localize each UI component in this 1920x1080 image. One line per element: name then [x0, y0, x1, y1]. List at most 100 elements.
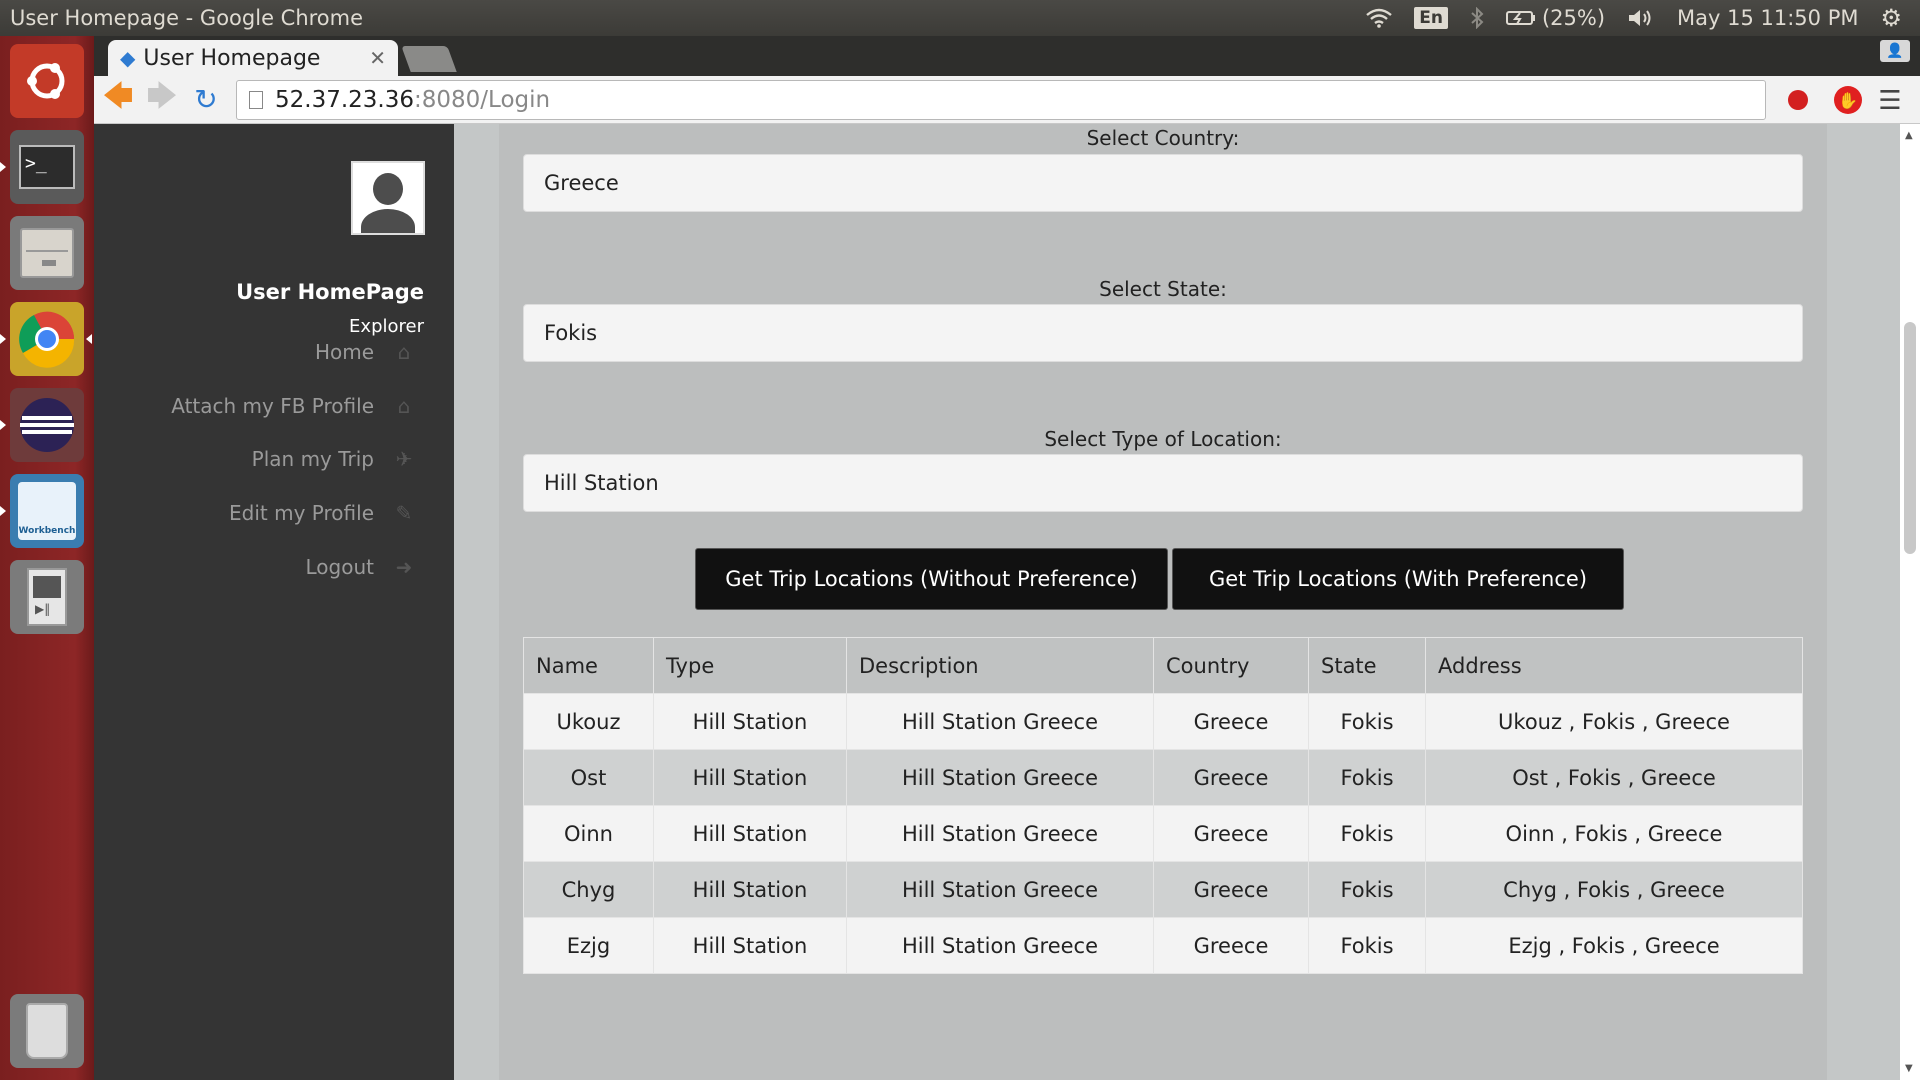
workbench-label: Workbench: [18, 482, 76, 540]
launcher: >_ Workbench ▶‖: [0, 36, 94, 1080]
cell-name: Ezjg: [523, 917, 654, 974]
scroll-down-arrow-icon[interactable]: ▼: [1905, 1063, 1913, 1074]
edit-icon: ✎: [395, 501, 413, 525]
page-icon: [249, 91, 263, 109]
reload-icon[interactable]: ↻: [186, 80, 226, 120]
tab-title: User Homepage: [143, 45, 321, 71]
window-title: User Homepage - Google Chrome: [10, 6, 364, 30]
column-header-address: Address: [1425, 637, 1803, 694]
table-header-row: Name Type Description Country State Addr…: [523, 637, 1803, 694]
volume-icon[interactable]: [1627, 7, 1655, 29]
battery-percent: (25%): [1541, 6, 1606, 30]
page-scrollbar[interactable]: ▲ ▼: [1900, 124, 1920, 1080]
keyboard-language-indicator[interactable]: En: [1414, 7, 1448, 29]
favicon-icon: ◆: [120, 46, 136, 70]
cell-name: Ukouz: [523, 693, 654, 750]
nav-logout[interactable]: Logout ➜: [116, 549, 416, 585]
main-content: Select Country: Greece Select State: Fok…: [499, 124, 1827, 1080]
cell-type: Hill Station: [653, 917, 847, 974]
nav-home[interactable]: Home ⌂: [116, 334, 416, 370]
terminal-running-pip: [0, 162, 6, 172]
cell-country: Greece: [1153, 805, 1309, 862]
cell-address: Oinn , Fokis , Greece: [1425, 805, 1803, 862]
mysql-workbench-icon[interactable]: Workbench: [10, 474, 84, 548]
sidebar: User HomePage Explorer Home ⌂ Attach my …: [94, 124, 454, 1080]
chrome-running-pip: [0, 334, 6, 344]
column-header-description: Description: [846, 637, 1154, 694]
cell-type: Hill Station: [653, 861, 847, 918]
cell-country: Greece: [1153, 917, 1309, 974]
column-header-country: Country: [1153, 637, 1309, 694]
nav-home-label: Home: [314, 340, 374, 364]
nav-attach-fb-label: Attach my FB Profile: [171, 394, 374, 418]
top-panel: User Homepage - Google Chrome En (25%) M…: [0, 0, 1920, 36]
cell-state: Fokis: [1308, 749, 1426, 806]
chrome-focused-pip: [86, 334, 92, 344]
trip-locations-table: Name Type Description Country State Addr…: [523, 637, 1803, 974]
cell-name: Chyg: [523, 861, 654, 918]
clock[interactable]: May 15 11:50 PM: [1677, 6, 1858, 30]
address-bar[interactable]: 52.37.23.36:8080/Login: [236, 80, 1766, 120]
forward-arrow-icon[interactable]: 🡆: [142, 79, 182, 120]
logout-icon: ➜: [395, 555, 413, 579]
chrome-icon[interactable]: [10, 302, 84, 376]
adblock-extension-icon[interactable]: ✋: [1834, 86, 1862, 114]
back-arrow-icon[interactable]: 🡄: [98, 79, 138, 120]
bluetooth-icon[interactable]: [1470, 7, 1484, 29]
nav-attach-fb-profile[interactable]: Attach my FB Profile ⌂: [116, 388, 416, 424]
cell-state: Fokis: [1308, 693, 1426, 750]
new-tab-button[interactable]: [401, 46, 457, 72]
cell-address: Chyg , Fokis , Greece: [1425, 861, 1803, 918]
cell-name: Oinn: [523, 805, 654, 862]
cell-country: Greece: [1153, 693, 1309, 750]
system-tray: En (25%) May 15 11:50 PM ⚙: [1366, 4, 1920, 32]
nav-logout-label: Logout: [305, 555, 374, 579]
nav-edit-profile-label: Edit my Profile: [229, 501, 374, 525]
column-header-state: State: [1308, 637, 1426, 694]
sidebar-title: User HomePage: [236, 280, 424, 304]
nav-plan-my-trip[interactable]: Plan my Trip ✈: [116, 441, 416, 477]
eclipse-icon[interactable]: [10, 388, 84, 462]
cell-country: Greece: [1153, 749, 1309, 806]
cell-address: Ost , Fokis , Greece: [1425, 749, 1803, 806]
scrollbar-thumb[interactable]: [1904, 322, 1916, 554]
media-player-icon[interactable]: ▶‖: [10, 560, 84, 634]
tab-user-homepage[interactable]: ◆ User Homepage ✕: [108, 40, 398, 76]
close-tab-icon[interactable]: ✕: [369, 46, 386, 70]
cell-description: Hill Station Greece: [846, 693, 1154, 750]
table-row: Ukouz Hill Station Hill Station Greece G…: [523, 693, 1803, 750]
battery-indicator[interactable]: (25%): [1505, 6, 1606, 30]
eclipse-running-pip: [0, 420, 6, 430]
cell-description: Hill Station Greece: [846, 805, 1154, 862]
get-trip-locations-without-preference-button[interactable]: Get Trip Locations (Without Preference): [695, 548, 1168, 610]
get-trip-locations-with-preference-button[interactable]: Get Trip Locations (With Preference): [1172, 548, 1624, 610]
file-manager-icon[interactable]: [10, 216, 84, 290]
wifi-icon[interactable]: [1366, 8, 1393, 28]
mysql-running-pip: [0, 506, 6, 516]
state-select[interactable]: Fokis: [523, 304, 1803, 362]
cell-state: Fokis: [1308, 805, 1426, 862]
browser-toolbar: 🡄 🡆 ↻ 52.37.23.36:8080/Login ✋ ☰: [94, 76, 1920, 124]
cell-type: Hill Station: [653, 693, 847, 750]
settings-gear-icon[interactable]: ⚙: [1880, 4, 1902, 32]
browser-window: ◆ User Homepage ✕ 👤 🡄 🡆 ↻ 52.37.23.36:80…: [94, 36, 1920, 1080]
chrome-menu-icon[interactable]: ☰: [1876, 86, 1904, 116]
location-type-label: Select Type of Location:: [1044, 427, 1282, 451]
terminal-icon[interactable]: >_: [10, 130, 84, 204]
user-avatar: [351, 161, 425, 235]
cell-type: Hill Station: [653, 805, 847, 862]
profile-icon[interactable]: 👤: [1880, 40, 1910, 62]
cell-country: Greece: [1153, 861, 1309, 918]
state-label: Select State:: [1099, 277, 1227, 301]
plane-icon: ✈: [395, 447, 413, 471]
country-select[interactable]: Greece: [523, 154, 1803, 212]
url-path: :8080/Login: [414, 87, 551, 113]
scroll-up-arrow-icon[interactable]: ▲: [1905, 130, 1913, 141]
trash-icon[interactable]: [10, 994, 84, 1068]
ubuntu-dash-icon[interactable]: [10, 44, 84, 118]
tab-strip: ◆ User Homepage ✕ 👤: [94, 36, 1920, 76]
record-extension-icon[interactable]: [1788, 90, 1808, 110]
location-type-select[interactable]: Hill Station: [523, 454, 1803, 512]
table-row: Chyg Hill Station Hill Station Greece Gr…: [523, 861, 1803, 918]
nav-edit-my-profile[interactable]: Edit my Profile ✎: [116, 495, 416, 531]
